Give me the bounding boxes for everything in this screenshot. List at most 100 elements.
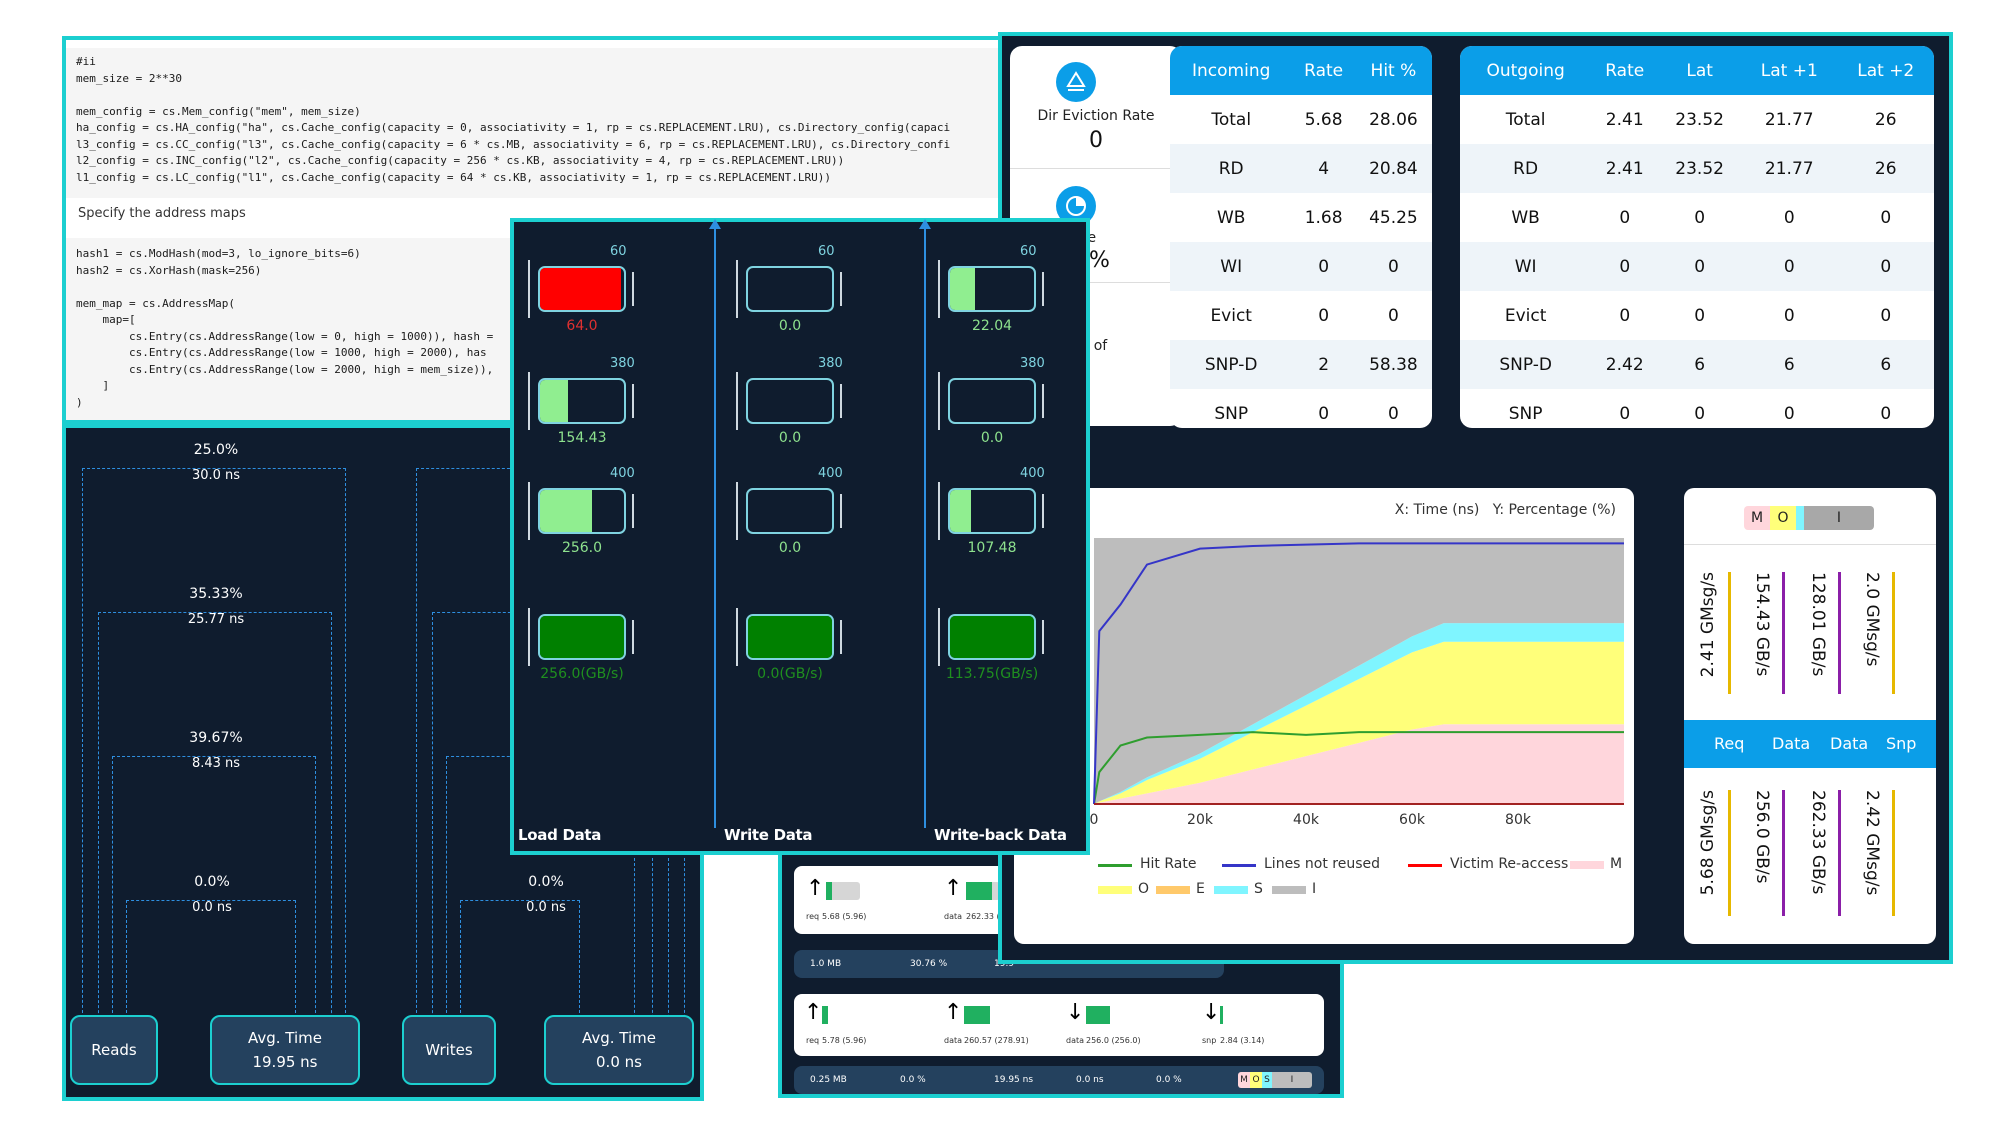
incoming-row: SNP-D 2 58.38 (1170, 340, 1432, 389)
outgoing-cell: 0 (1694, 403, 1706, 424)
snp-value: 2.84 (3.14) (1220, 1036, 1265, 1045)
gauge-max: 60 (1020, 244, 1037, 259)
data-bandwidth-panel: 60 64.0 60 0.0 60 22.04 380 154.43 380 0.0 380 0.0 4… (510, 218, 1090, 855)
bandwidth-gauge[interactable] (948, 488, 1036, 534)
mesi-s: S (1796, 506, 1804, 530)
outgoing-cell: Total (1505, 109, 1546, 130)
snp-header: Snp (1886, 734, 1917, 753)
mesi-o: O (1770, 506, 1796, 530)
legend-e[interactable]: E (1196, 881, 1205, 897)
outgoing-cell: 26 (1837, 144, 1934, 193)
legend-swatch-i (1272, 886, 1306, 894)
mesi-m: M (1744, 506, 1770, 530)
incoming-cell: 20.84 (1354, 144, 1432, 193)
lat-plus1-header[interactable]: Lat +1 (1741, 46, 1838, 95)
bandwidth-gauge[interactable] (746, 266, 834, 312)
gauge-bracket (938, 372, 940, 430)
hit-pct-header[interactable]: Hit % (1354, 46, 1432, 95)
legend-s[interactable]: S (1254, 881, 1263, 897)
code-cell-config[interactable]: #ii mem_size = 2**30 mem_config = cs.Mem… (66, 48, 1003, 198)
bandwidth-gauge[interactable] (538, 488, 626, 534)
outgoing-cell: WI (1460, 242, 1592, 291)
cache-stats-stripe-2: 0.25 MB 0.0 % 19.95 ns 0.0 ns 0.0 % M O … (794, 1066, 1324, 1094)
up-arrow-icon: ↑ (804, 1000, 823, 1025)
x-tick-label: 80k (1505, 812, 1532, 828)
outgoing-row: Total 2.41 23.52 21.77 26 (1460, 95, 1934, 144)
outgoing-cell: RD (1460, 144, 1592, 193)
outgoing-cell: 21.77 (1741, 144, 1838, 193)
up-arrow-icon: ↑ (944, 876, 963, 901)
incoming-row: WI 0 0 (1170, 242, 1432, 291)
lat-plus2-header[interactable]: Lat +2 (1837, 46, 1934, 95)
legend-victim-reaccess[interactable]: Victim Re-access (1450, 856, 1568, 872)
legend-swatch-victim-reaccess (1408, 864, 1442, 867)
gauge-value: 256.0(GB/s) (540, 666, 624, 682)
bottom-req-rate: 5.68 GMsg/s (1698, 790, 1718, 896)
gauge-cap (632, 272, 634, 306)
write-level-4-time: 0.0 ns (526, 900, 566, 915)
gauge-bracket (528, 372, 530, 430)
gauge-cap (840, 494, 842, 528)
legend-lines-not-reused[interactable]: Lines not reused (1264, 856, 1380, 872)
bandwidth-gauge[interactable] (948, 614, 1036, 660)
outgoing-row: RD 2.41 23.52 21.77 26 (1460, 144, 1934, 193)
rate-header[interactable]: Rate (1591, 46, 1659, 95)
bandwidth-gauge[interactable] (538, 378, 626, 424)
top-data-rate-1: 154.43 GB/s (1752, 572, 1772, 677)
lat-header[interactable]: Lat (1658, 46, 1742, 95)
gauge-bracket (528, 608, 530, 666)
incoming-cell: 5.68 (1304, 109, 1343, 130)
bandwidth-gauge[interactable] (746, 488, 834, 534)
data2-value: 256.0 (256.0) (1086, 1036, 1141, 1045)
writes-button[interactable]: Writes (402, 1015, 496, 1085)
x-tick-label: 40k (1293, 812, 1320, 828)
bandwidth-gauge[interactable] (538, 266, 626, 312)
incoming-cell: 0 (1388, 305, 1399, 326)
reads-avg-time-box[interactable]: Avg. Time 19.95 ns (210, 1015, 360, 1085)
writes-avg-time-box[interactable]: Avg. Time 0.0 ns (544, 1015, 694, 1085)
outgoing-cell: 2.41 (1591, 144, 1659, 193)
legend-i[interactable]: I (1312, 881, 1316, 897)
legend-o[interactable]: O (1138, 881, 1149, 897)
gauge-cap (840, 272, 842, 306)
bandwidth-gauge[interactable] (538, 614, 626, 660)
writes-avg-time-value: 0.0 ns (596, 1053, 642, 1071)
legend-hit-rate[interactable]: Hit Rate (1140, 856, 1196, 872)
data-up-arrow-icon (1838, 572, 1841, 694)
rate-header[interactable]: Rate (1292, 46, 1355, 95)
bandwidth-gauge[interactable] (948, 378, 1036, 424)
write-connector (668, 858, 669, 1028)
outgoing-row: SNP-D 2.42 6 6 6 (1460, 340, 1934, 389)
gauge-fill (950, 268, 976, 310)
gauge-bracket (736, 372, 738, 430)
gauge-value: 107.48 (967, 540, 1017, 556)
outgoing-table: Outgoing Rate Lat Lat +1 Lat +2 Total 2.4… (1460, 46, 1934, 428)
gauge-bracket (736, 608, 738, 666)
gauge-bracket (938, 608, 940, 666)
gauge-max: 380 (1020, 356, 1045, 371)
write-connector (634, 858, 635, 1028)
outgoing-header[interactable]: Outgoing (1460, 46, 1592, 95)
bandwidth-gauge[interactable] (746, 614, 834, 660)
write-connector (684, 858, 685, 1028)
legend-m[interactable]: M (1610, 856, 1622, 872)
snp-down-arrow-icon (1892, 790, 1895, 916)
incoming-row: RD 4 20.84 (1170, 144, 1432, 193)
incoming-cell: SNP (1214, 403, 1249, 424)
eject-icon[interactable] (1056, 62, 1096, 102)
level-2-pct: 35.33% (189, 586, 243, 602)
x-tick-label: 20k (1187, 812, 1214, 828)
reads-button[interactable]: Reads (70, 1015, 158, 1085)
bandwidth-gauge[interactable] (746, 378, 834, 424)
latency: 19.95 ns (994, 1075, 1034, 1085)
data-down-arrow-icon (1782, 790, 1785, 916)
outgoing-cell: 23.52 (1675, 109, 1724, 130)
outgoing-cell: 0 (1619, 305, 1631, 326)
gauge-cap (1042, 620, 1044, 654)
bandwidth-gauge[interactable] (948, 266, 1036, 312)
gauge-fill (540, 268, 621, 310)
bandwidth-card-2[interactable]: ↑ req 5.78 (5.96) ↑ data 260.57 (278.91)… (794, 994, 1324, 1056)
incoming-cell: 4 (1292, 144, 1355, 193)
incoming-header[interactable]: Incoming (1170, 46, 1293, 95)
write-level-4-pct: 0.0% (528, 874, 564, 890)
